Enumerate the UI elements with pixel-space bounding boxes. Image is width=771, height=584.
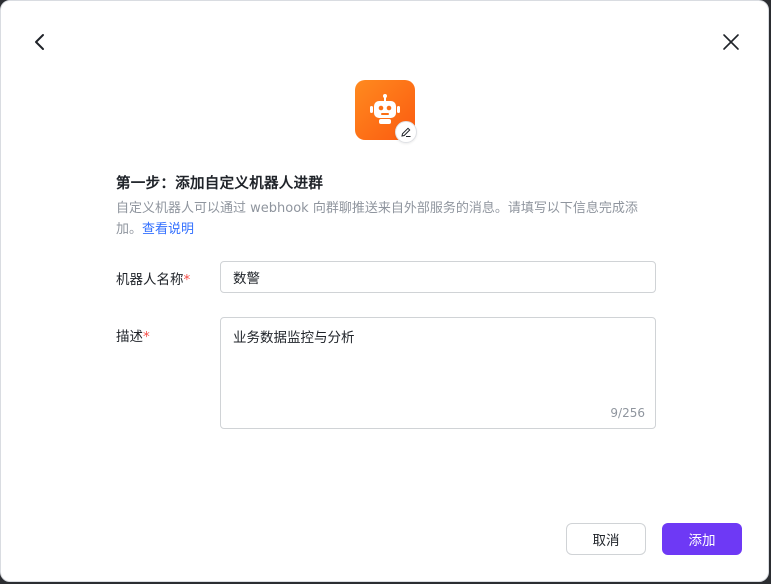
chevron-left-icon [35,34,44,50]
bot-avatar-area [355,80,417,143]
description-text: 自定义机器人可以通过 webhook 向群聊推送来自外部服务的消息。请填写以下信… [116,201,638,237]
pencil-icon [401,127,411,137]
back-button[interactable] [29,31,51,53]
required-mark: * [183,272,191,288]
step-description: 自定义机器人可以通过 webhook 向群聊推送来自外部服务的消息。请填写以下信… [116,198,656,240]
close-button[interactable] [720,31,742,53]
step-title: 第一步：添加自定义机器人进群 [116,176,324,192]
edit-avatar-button[interactable] [395,121,417,143]
desc-label-text: 描述 [116,329,143,345]
robot-icon [370,94,400,124]
name-label-text: 机器人名称 [116,272,184,288]
help-link[interactable]: 查看说明 [142,222,194,237]
bot-name-value: 数警 [233,271,260,287]
description-value: 业务数据监控与分析 [233,330,355,346]
add-button[interactable]: 添加 [662,523,742,555]
char-counter: 9/256 [610,406,645,420]
description-textarea[interactable]: 业务数据监控与分析 9/256 [220,317,656,429]
desc-label: 描述* [116,325,150,345]
required-mark: * [143,329,150,345]
add-bot-dialog: 第一步：添加自定义机器人进群 自定义机器人可以通过 webhook 向群聊推送来… [0,0,769,582]
name-label: 机器人名称* [116,268,190,288]
cancel-button[interactable]: 取消 [566,523,646,555]
close-icon [723,34,739,50]
bot-name-input[interactable]: 数警 [220,261,656,293]
